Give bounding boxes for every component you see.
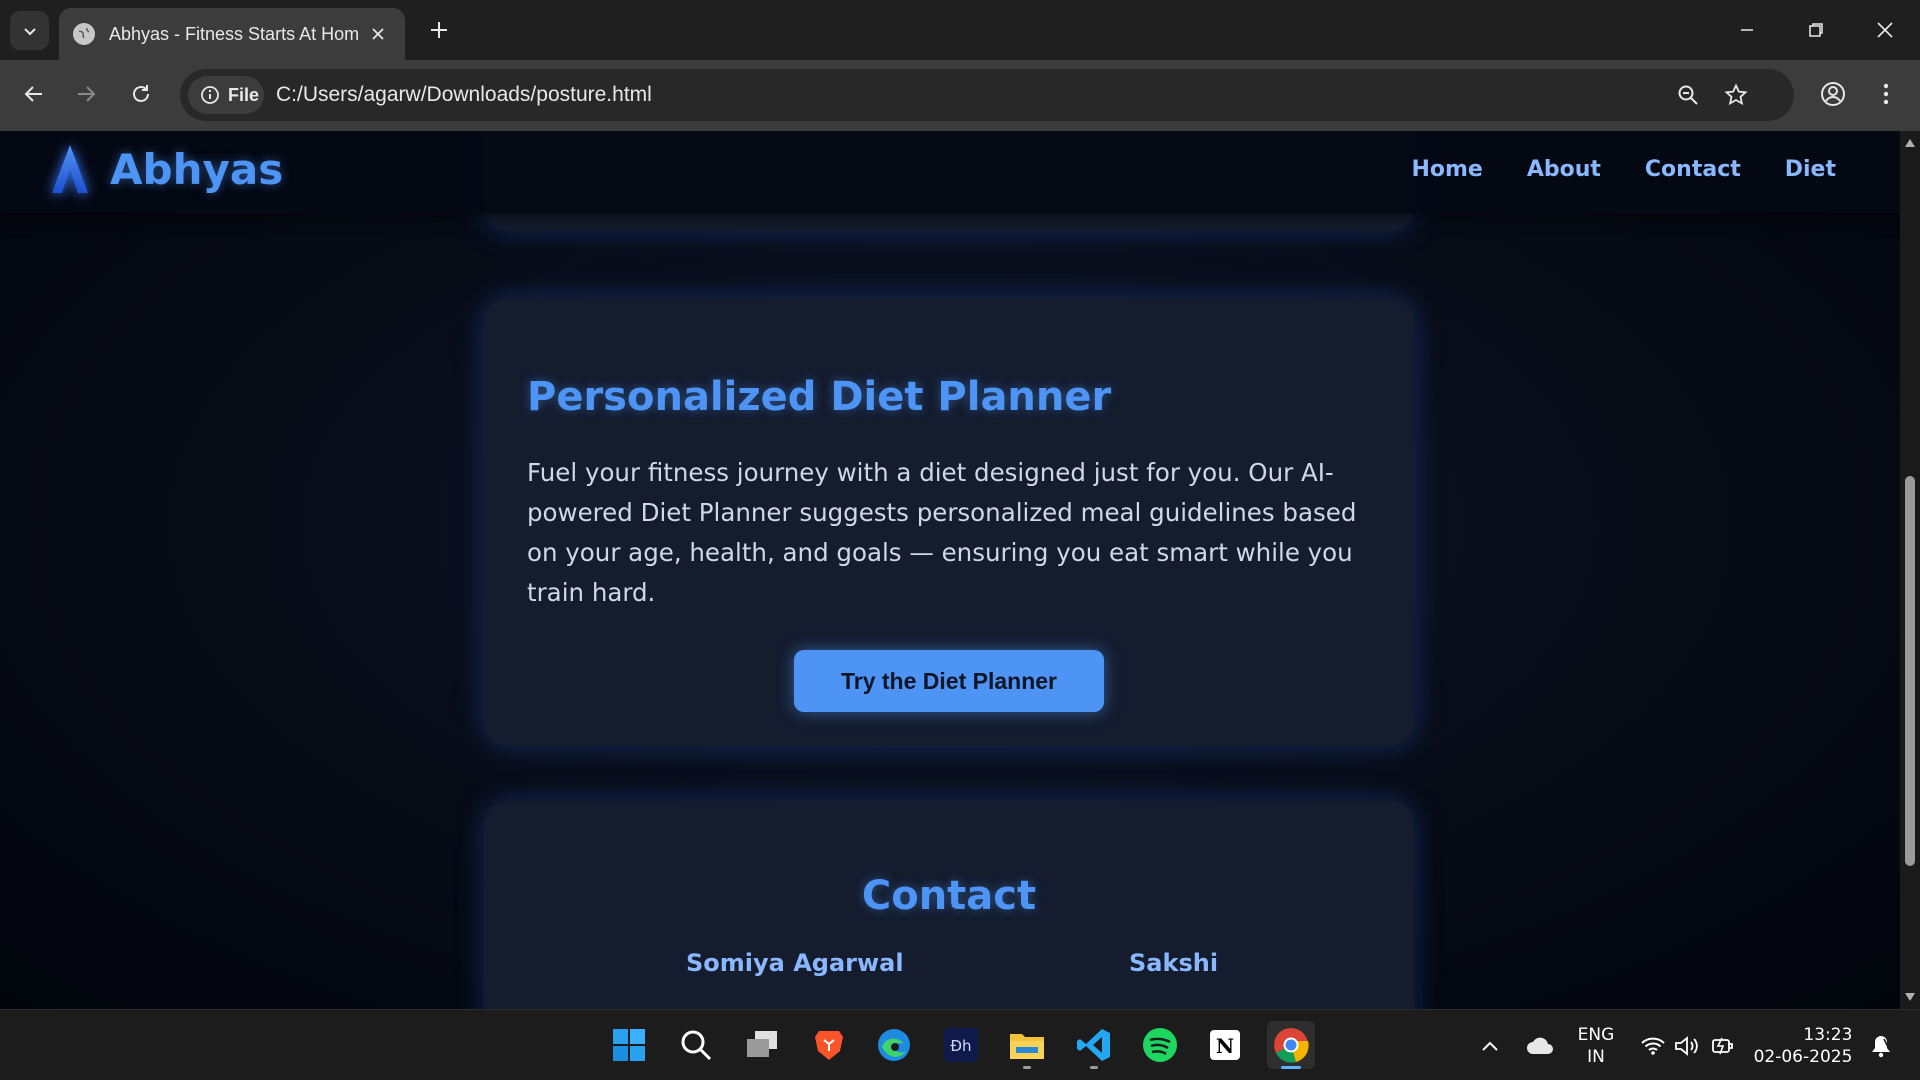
running-indicator bbox=[1023, 1066, 1031, 1069]
globe-icon bbox=[73, 23, 95, 45]
reload-icon bbox=[133, 85, 149, 102]
chevron-down-icon bbox=[23, 27, 36, 35]
contact-section-title: Contact bbox=[861, 873, 1037, 919]
minimize-button[interactable] bbox=[1724, 10, 1770, 50]
task-view-icon[interactable] bbox=[738, 1021, 786, 1069]
close-tab-icon[interactable] bbox=[365, 21, 391, 47]
url-text[interactable]: C:/Users/agarw/Downloads/posture.html bbox=[276, 83, 652, 107]
site-header: Abhyas Home About Contact Diet bbox=[0, 131, 1900, 213]
forward-button[interactable] bbox=[66, 74, 106, 114]
file-explorer-icon[interactable] bbox=[1003, 1021, 1051, 1069]
clock-date: 02-06-2025 bbox=[1753, 1046, 1853, 1067]
new-tab-button[interactable] bbox=[423, 14, 455, 46]
try-diet-planner-button[interactable]: Try the Diet Planner bbox=[794, 650, 1104, 712]
nav-link-home[interactable]: Home bbox=[1411, 157, 1482, 182]
zoom-icon[interactable] bbox=[1670, 77, 1706, 113]
language-indicator[interactable]: ENG IN bbox=[1570, 1010, 1622, 1080]
nav-link-about[interactable]: About bbox=[1527, 157, 1601, 182]
info-icon bbox=[201, 86, 219, 104]
notion-icon[interactable]: N bbox=[1201, 1021, 1249, 1069]
brand-logo-icon bbox=[52, 145, 88, 193]
onedrive-cloud-icon[interactable] bbox=[1524, 1010, 1556, 1080]
browser-toolbar: File C:/Users/agarw/Downloads/posture.ht… bbox=[0, 60, 1920, 131]
chrome-icon[interactable] bbox=[1267, 1021, 1315, 1069]
close-window-button[interactable] bbox=[1862, 10, 1908, 50]
site-nav: Home About Contact Diet bbox=[1411, 157, 1836, 182]
minimize-icon bbox=[1741, 29, 1753, 31]
nav-link-diet[interactable]: Diet bbox=[1785, 157, 1836, 182]
app-dh-icon[interactable]: Ðh bbox=[937, 1021, 985, 1069]
bookmark-star-icon[interactable] bbox=[1718, 77, 1754, 113]
back-button[interactable] bbox=[14, 74, 54, 114]
clock-time: 13:23 bbox=[1803, 1024, 1853, 1045]
running-indicator bbox=[1281, 1066, 1301, 1069]
spotify-icon[interactable] bbox=[1136, 1021, 1184, 1069]
chevron-up-icon[interactable] bbox=[1478, 1010, 1502, 1080]
notification-bell-icon[interactable] bbox=[1866, 1010, 1896, 1080]
close-icon bbox=[1877, 22, 1893, 38]
menu-button[interactable] bbox=[1866, 74, 1906, 114]
brand[interactable]: Abhyas bbox=[50, 143, 283, 195]
reload-button[interactable] bbox=[121, 74, 161, 114]
tab-search-button[interactable] bbox=[10, 11, 49, 50]
address-bar[interactable]: File C:/Users/agarw/Downloads/posture.ht… bbox=[180, 69, 1794, 121]
running-indicator bbox=[1090, 1066, 1098, 1069]
tab-title: Abhyas - Fitness Starts At Home bbox=[109, 23, 359, 44]
diet-section-description: Fuel your fitness journey with a diet de… bbox=[527, 458, 1357, 607]
site-info-chip[interactable]: File bbox=[188, 76, 264, 114]
volume-icon[interactable] bbox=[1672, 1010, 1702, 1080]
vscode-icon[interactable] bbox=[1070, 1021, 1118, 1069]
brand-name: Abhyas bbox=[110, 144, 284, 194]
system-clock[interactable]: 13:23 02-06-2025 bbox=[1748, 1010, 1858, 1080]
brave-icon[interactable] bbox=[805, 1021, 853, 1069]
nav-link-contact[interactable]: Contact bbox=[1645, 157, 1741, 182]
edge-icon[interactable] bbox=[870, 1021, 918, 1069]
scroll-down-icon[interactable] bbox=[1904, 991, 1916, 1003]
contact-name-sakshi: Sakshi bbox=[1129, 949, 1219, 977]
browser-tab[interactable]: Abhyas - Fitness Starts At Home bbox=[59, 8, 405, 60]
svg-text:Ðh: Ðh bbox=[950, 1037, 971, 1055]
windows-start-icon[interactable] bbox=[605, 1021, 653, 1069]
contact-card: Contact Somiya Agarwal Sakshi bbox=[484, 801, 1414, 1009]
restore-button[interactable] bbox=[1793, 10, 1839, 50]
profile-button[interactable] bbox=[1813, 74, 1853, 114]
page-viewport: Personalized Diet Planner Fuel your fitn… bbox=[0, 131, 1900, 1009]
arrow-left-icon bbox=[24, 86, 42, 102]
diet-section-title: Personalized Diet Planner bbox=[527, 374, 1112, 420]
scroll-thumb[interactable] bbox=[1905, 476, 1915, 866]
search-icon[interactable] bbox=[672, 1021, 720, 1069]
region-code: IN bbox=[1587, 1046, 1605, 1067]
profile-icon bbox=[1821, 82, 1845, 106]
diet-planner-card: Personalized Diet Planner Fuel your fitn… bbox=[484, 298, 1414, 746]
contact-name-somiya: Somiya Agarwal bbox=[686, 949, 904, 977]
arrow-right-icon bbox=[78, 86, 96, 102]
taskbar: Ðh N ENG IN 13:23 02-06-2025 bbox=[0, 1009, 1920, 1080]
scroll-up-icon[interactable] bbox=[1904, 137, 1916, 149]
page-scrollbar[interactable] bbox=[1900, 131, 1920, 1009]
restore-icon bbox=[1809, 23, 1823, 37]
battery-icon[interactable] bbox=[1708, 1010, 1738, 1080]
wifi-icon[interactable] bbox=[1638, 1010, 1668, 1080]
language-code: ENG bbox=[1577, 1024, 1615, 1045]
browser-titlebar: Abhyas - Fitness Starts At Home bbox=[0, 0, 1920, 60]
svg-text:N: N bbox=[1216, 1034, 1234, 1058]
plus-icon bbox=[431, 22, 447, 38]
kebab-menu-icon bbox=[1883, 83, 1889, 105]
site-chip-label: File bbox=[228, 84, 260, 105]
